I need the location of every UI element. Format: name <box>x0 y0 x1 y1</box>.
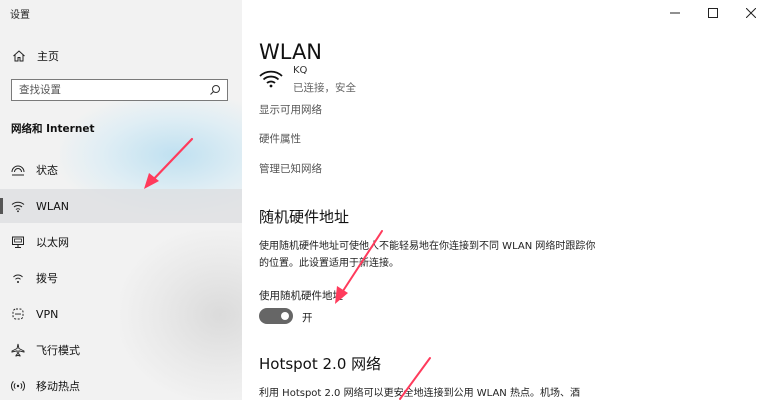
hardware-properties-link[interactable]: 硬件属性 <box>259 131 301 146</box>
hotspot-icon <box>11 381 25 391</box>
hotspot-heading: Hotspot 2.0 网络 <box>259 355 382 373</box>
main-content: WLAN KQ 已连接，安全 显示可用网络 硬件属性 管理已知网络 随机硬件地址… <box>242 0 770 400</box>
page-title: WLAN <box>259 40 323 64</box>
settings-window: 设置 主页 网络和 Internet 状态 <box>0 0 770 400</box>
airplane-icon <box>11 343 25 357</box>
network-name: KQ <box>293 66 308 74</box>
hotspot-description: 利用 Hotspot 2.0 网络可以更安全地连接到公用 WLAN 热点。机场、… <box>259 388 580 399</box>
status-icon <box>11 165 25 176</box>
selection-indicator <box>0 198 3 214</box>
manage-known-networks-link[interactable]: 管理已知网络 <box>259 161 322 176</box>
random-hw-heading: 随机硬件地址 <box>259 208 350 226</box>
app-title: 设置 <box>10 10 30 21</box>
vpn-icon <box>12 308 24 320</box>
sidebar-item-status[interactable]: 状态 <box>0 153 242 187</box>
current-network[interactable]: KQ 已连接，安全 <box>259 66 559 96</box>
sidebar-item-label: 移动热点 <box>36 380 80 393</box>
sidebar-item-label: VPN <box>36 307 59 321</box>
sidebar-item-ethernet[interactable]: 以太网 <box>0 225 242 259</box>
toggle-knob <box>281 312 289 320</box>
dialup-icon <box>13 274 23 283</box>
sidebar-item-label: 主页 <box>37 50 59 63</box>
sidebar-item-label: 以太网 <box>36 236 69 249</box>
section-title: 网络和 Internet <box>11 123 95 135</box>
search-input[interactable] <box>19 84 199 96</box>
sidebar-item-vpn[interactable]: VPN <box>0 297 242 331</box>
search-icon[interactable] <box>209 84 221 96</box>
random-hw-description: 使用随机硬件地址可使他人不能轻易地在你连接到不同 WLAN 网络时跟踪你的位置。… <box>259 241 596 269</box>
ethernet-icon <box>12 236 24 248</box>
wifi-icon <box>259 70 283 88</box>
show-available-networks-link[interactable]: 显示可用网络 <box>259 102 322 117</box>
sidebar-item-mobile-hotspot[interactable]: 移动热点 <box>0 369 242 400</box>
sidebar-item-label: WLAN <box>36 199 70 213</box>
sidebar-item-home[interactable]: 主页 <box>0 44 242 68</box>
network-status: 已连接，安全 <box>293 82 356 94</box>
wifi-icon <box>11 201 25 213</box>
sidebar-item-dialup[interactable]: 拨号 <box>0 261 242 295</box>
search-field[interactable] <box>11 79 228 101</box>
sidebar-item-label: 拨号 <box>36 272 58 285</box>
sidebar-item-wlan[interactable]: WLAN <box>0 189 242 223</box>
home-icon <box>13 50 25 62</box>
sidebar-item-label: 飞行模式 <box>36 344 80 357</box>
random-hw-toggle-label: 使用随机硬件地址 <box>259 290 343 302</box>
random-hw-toggle[interactable] <box>259 308 293 324</box>
sidebar-item-airplane-mode[interactable]: 飞行模式 <box>0 333 242 367</box>
toggle-state-text: 开 <box>302 312 313 324</box>
sidebar-item-label: 状态 <box>36 164 58 177</box>
sidebar: 设置 主页 网络和 Internet 状态 <box>0 0 242 400</box>
